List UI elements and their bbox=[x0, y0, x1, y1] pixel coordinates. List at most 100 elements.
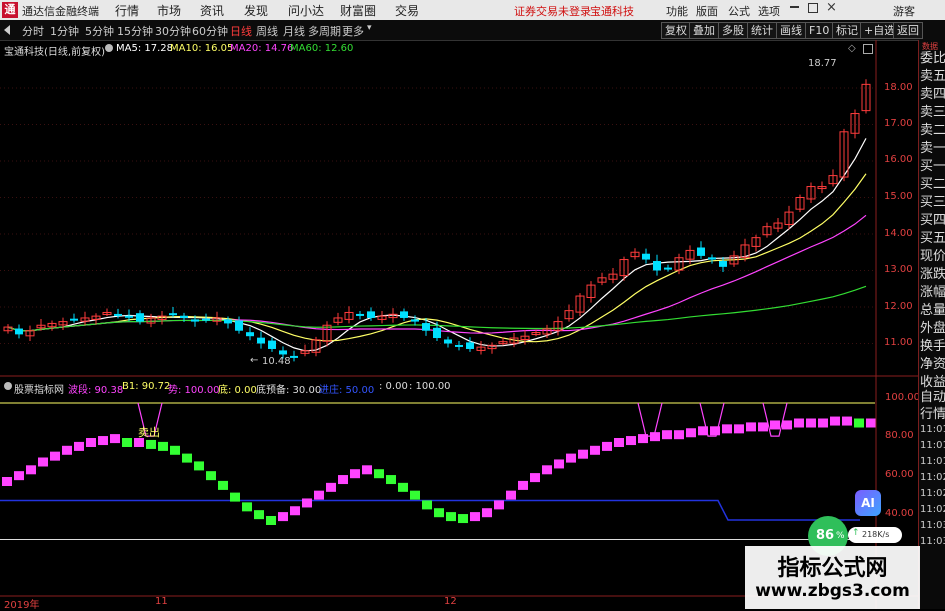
period-tab-weekly[interactable]: 周线 bbox=[256, 23, 278, 39]
candle-body bbox=[400, 311, 408, 318]
ma5-label: MA5: 17.28 bbox=[116, 43, 174, 54]
indicator-block bbox=[86, 438, 96, 447]
menu-item-news[interactable]: 资讯 bbox=[200, 2, 224, 19]
window-toggle-icon[interactable] bbox=[863, 44, 873, 54]
quote-mode-label[interactable]: 行情 bbox=[920, 403, 945, 422]
login-warning[interactable]: 证券交易未登录 bbox=[514, 3, 591, 19]
menu-item-function[interactable]: 功能 bbox=[666, 3, 688, 19]
indicator-block bbox=[122, 438, 132, 447]
draw-line-button[interactable]: 画线 bbox=[776, 22, 806, 39]
quote-label: 外盘 bbox=[920, 321, 945, 336]
menu-item-layout[interactable]: 版面 bbox=[696, 3, 718, 19]
menu-item-discover[interactable]: 发现 bbox=[244, 2, 268, 19]
indicator-block bbox=[218, 480, 228, 490]
candle-body bbox=[455, 344, 463, 347]
period-tab-daily[interactable]: 日线 bbox=[230, 23, 252, 39]
price-axis-label: 18.00 bbox=[884, 82, 913, 93]
indicator-name[interactable]: 股票指标网 bbox=[14, 381, 64, 396]
indicator-block bbox=[398, 482, 408, 492]
return-button[interactable]: 返回 bbox=[893, 22, 923, 39]
menu-item-wealth[interactable]: 财富圈 bbox=[340, 2, 376, 19]
indicator-block bbox=[758, 422, 768, 432]
overlay-button[interactable]: 叠加 bbox=[689, 22, 719, 39]
multi-stock-button[interactable]: 多股 bbox=[718, 22, 748, 39]
indicator-block bbox=[830, 416, 840, 426]
candle-body bbox=[290, 355, 298, 358]
adjust-button[interactable]: 复权 bbox=[661, 22, 691, 39]
indicator-block bbox=[62, 445, 72, 455]
period-tab-5min[interactable]: 5分钟 bbox=[85, 23, 114, 39]
menu-item-trade[interactable]: 交易 bbox=[395, 2, 419, 19]
menu-item-options[interactable]: 选项 bbox=[758, 3, 780, 19]
candle-body bbox=[268, 340, 276, 349]
indicator-block bbox=[542, 465, 552, 475]
guest-label[interactable]: 游客 bbox=[893, 3, 915, 19]
candle-body bbox=[169, 313, 177, 316]
period-tab-monthly[interactable]: 月线 bbox=[283, 23, 305, 39]
indicator-block bbox=[446, 512, 456, 522]
quote-label: 买一 bbox=[920, 159, 945, 174]
indicator-block bbox=[842, 416, 852, 426]
chart-area[interactable] bbox=[0, 40, 918, 609]
candle-body bbox=[433, 327, 441, 339]
candle-body bbox=[642, 253, 650, 260]
period-tab-60min[interactable]: 60分钟 bbox=[192, 23, 228, 39]
indicator-block bbox=[290, 506, 300, 516]
menu-item-quotes[interactable]: 行情 bbox=[115, 2, 139, 19]
candle-body bbox=[125, 315, 133, 318]
indicator-block bbox=[554, 459, 564, 469]
indicator-block bbox=[482, 508, 492, 518]
quote-label: 卖一 bbox=[920, 141, 945, 156]
more-dropdown-icon[interactable]: ▾ bbox=[367, 23, 372, 33]
tick-time: 11:01 bbox=[920, 456, 945, 467]
quote-side-panel: 数据 委比 卖五 卖四 卖三 卖二 卖一 买一 买二 买三 买四 买五 现价 涨… bbox=[918, 40, 945, 609]
indicator-block bbox=[266, 516, 276, 525]
price-axis-label: 17.00 bbox=[884, 118, 913, 129]
ai-assistant-button[interactable]: AI bbox=[855, 490, 881, 516]
price-axis-label: 12.00 bbox=[884, 301, 913, 312]
price-axis-label: 11.00 bbox=[884, 337, 913, 348]
watermark-banner: 指标公式网 www.zbgs3.com bbox=[745, 546, 920, 609]
minimize-icon[interactable] bbox=[790, 6, 799, 8]
candle-body bbox=[444, 339, 452, 344]
period-tab-30min[interactable]: 30分钟 bbox=[155, 23, 191, 39]
indicator-block bbox=[74, 441, 84, 451]
indicator-block bbox=[866, 418, 876, 428]
close-icon[interactable]: × bbox=[826, 0, 837, 15]
period-tab-15min[interactable]: 15分钟 bbox=[117, 23, 153, 39]
ma10-label: MA10: 16.05 bbox=[170, 43, 234, 54]
indicator-block bbox=[362, 465, 372, 475]
menu-item-ask[interactable]: 问小达 bbox=[288, 2, 324, 19]
statistics-button[interactable]: 统计 bbox=[747, 22, 777, 39]
indicator-settings-icon[interactable] bbox=[4, 382, 12, 390]
period-tab-multi[interactable]: 多周期 bbox=[308, 23, 341, 39]
settings-dot-icon[interactable] bbox=[105, 44, 113, 52]
candle-body bbox=[356, 313, 364, 316]
indicator-zhuang: 进庄: 50.00 bbox=[319, 385, 375, 396]
period-tab-1min[interactable]: 1分钟 bbox=[50, 23, 79, 39]
quote-label: 买四 bbox=[920, 213, 945, 228]
quote-label: 卖三 bbox=[920, 105, 945, 120]
indicator-block bbox=[518, 480, 528, 490]
f10-button[interactable]: F10 bbox=[805, 22, 834, 39]
indicator-block bbox=[674, 430, 684, 440]
menu-item-formula[interactable]: 公式 bbox=[728, 3, 750, 19]
back-arrow-icon[interactable] bbox=[4, 25, 10, 35]
indicator-block bbox=[806, 418, 816, 428]
period-tab-more[interactable]: 更多 bbox=[342, 23, 364, 39]
maximize-icon[interactable] bbox=[808, 3, 818, 13]
period-tab-timeshare[interactable]: 分时 bbox=[22, 23, 44, 39]
quote-label: 买三 bbox=[920, 195, 945, 210]
candle-body bbox=[15, 328, 23, 335]
indicator-block bbox=[734, 424, 744, 434]
indicator-block bbox=[194, 461, 204, 471]
indicator-block bbox=[314, 490, 324, 500]
title-bar: 通 通达信金融终端 行情 市场 资讯 发现 问小达 财富圈 交易 证券交易未登录… bbox=[0, 0, 945, 20]
mark-button[interactable]: 标记 bbox=[832, 22, 862, 39]
tick-time: 11:02 bbox=[920, 488, 945, 499]
collapse-diamond-icon[interactable]: ◇ bbox=[848, 43, 856, 54]
current-stock-name: 宝通科技 bbox=[590, 5, 634, 18]
indicator-axis-label: 80.00 bbox=[885, 430, 914, 441]
price-axis-label: 16.00 bbox=[884, 154, 913, 165]
menu-item-market[interactable]: 市场 bbox=[157, 2, 181, 19]
